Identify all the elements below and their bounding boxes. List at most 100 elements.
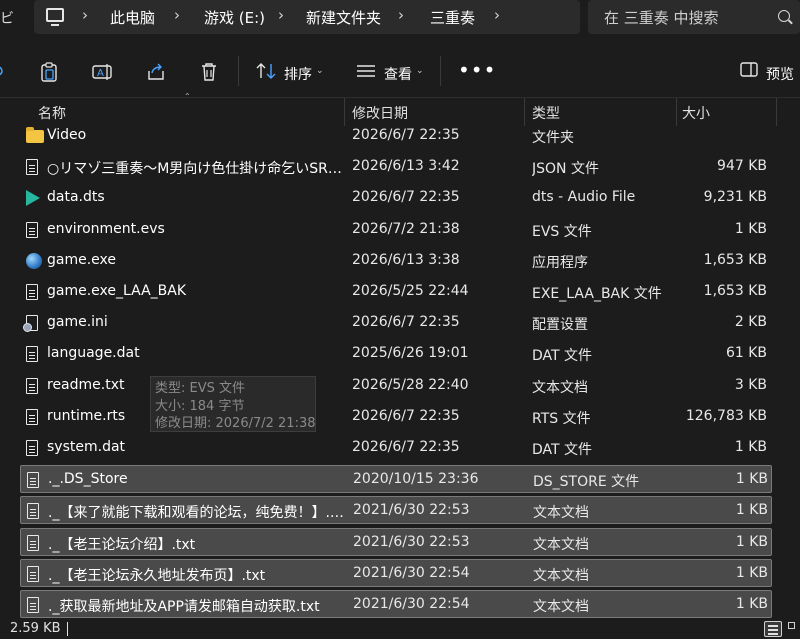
status-bar: 2.59 KB: [0, 619, 800, 639]
file-row[interactable]: ._获取最新地址及APP请发邮箱自动获取.txt 2021/6/30 22:54 文…: [20, 590, 772, 618]
file-row[interactable]: readme.txt 2026/5/28 22:40 文本文档 3 KB: [20, 372, 772, 400]
file-row[interactable]: game.exe_LAA_BAK 2026/5/25 22:44 EXE_LAA_B…: [20, 278, 772, 306]
preview-pane-icon[interactable]: [740, 62, 758, 78]
search-placeholder: 在 三重奏 中搜索: [604, 9, 719, 27]
file-name: ._【老王论坛介绍】.txt: [48, 536, 196, 553]
details-view-icon[interactable]: [764, 621, 782, 637]
file-size: 1,653 KB: [703, 283, 767, 299]
file-row[interactable]: ○リマゾ三重奏～M男向け色仕掛け命乞いSRP... 2026/6/13 3:42 J…: [20, 153, 772, 181]
file-size: 61 KB: [725, 345, 767, 362]
file-date: 2026/6/7 22:35: [352, 189, 460, 206]
file-row[interactable]: system.dat 2026/6/7 22:35 DAT 文件 1 KB: [20, 434, 772, 462]
selection-size: 2.59 KB: [10, 621, 61, 636]
file-size: 1 KB: [735, 533, 768, 550]
file-size: 3 KB: [734, 376, 767, 393]
preview-button[interactable]: 预览: [766, 64, 794, 84]
svg-text:A: A: [97, 68, 104, 79]
file-name: ._获取最新地址及APP请发邮箱自动获取.txt: [48, 599, 320, 615]
view-icon[interactable]: [356, 62, 376, 80]
status-divider: [67, 622, 68, 636]
file-date: 2021/6/30 22:54: [353, 564, 470, 581]
file-size: 126,783 KB: [685, 407, 767, 424]
computer-icon[interactable]: [46, 8, 64, 26]
chevron-right-icon[interactable]: ›: [82, 6, 88, 24]
file-date: 2021/6/30 22:54: [353, 596, 470, 612]
file-date: 2026/7/2 21:38: [352, 220, 460, 237]
paste-icon[interactable]: [40, 62, 58, 82]
edge-glyph: ビ: [0, 11, 14, 27]
file-name: ○リマゾ三重奏～M男向け色仕掛け命乞いSRP...: [47, 161, 347, 178]
toolbar-divider: [238, 56, 239, 86]
file-date: 2026/6/7 22:35: [352, 127, 460, 143]
file-row[interactable]: runtime.rts 2026/6/7 22:35 RTS 文件 126,783 K…: [20, 403, 772, 431]
file-name: game.exe: [47, 251, 117, 268]
breadcrumb-this-pc[interactable]: 此电脑: [110, 7, 155, 28]
tooltip-type: 类型: EVS 文件: [155, 381, 246, 396]
file-name: system.dat: [47, 439, 126, 455]
file-name: data.dts: [47, 189, 105, 206]
file-size: 947 KB: [717, 158, 767, 175]
chevron-right-icon[interactable]: ›: [174, 6, 180, 24]
file-info-tooltip: 类型: EVS 文件 大小: 184 字节 修改日期: 2026/7/2 21:…: [150, 376, 316, 432]
file-row[interactable]: ._【老王论坛介绍】.txt 2021/6/30 22:53 文本文档 1 KB: [20, 527, 772, 556]
file-name: Video: [47, 127, 87, 143]
file-date: 2026/6/7 22:35: [352, 407, 460, 424]
rename-icon[interactable]: A: [92, 62, 112, 82]
file-size: 1 KB: [735, 502, 768, 519]
sort-button[interactable]: 排序: [284, 64, 312, 84]
file-size: 2 KB: [734, 314, 767, 331]
file-size: 1 KB: [734, 439, 767, 455]
file-row[interactable]: ._【老王论坛永久地址发布页】.txt 2021/6/30 22:54 文本文档 1 …: [20, 558, 772, 587]
file-row[interactable]: game.exe 2026/6/13 3:38 应用程序 1,653 KB: [20, 247, 772, 275]
file-size: 1 KB: [735, 471, 768, 488]
column-divider[interactable]: [776, 98, 777, 126]
file-date: 2026/6/13 3:38: [352, 251, 460, 268]
breadcrumb[interactable]: › 此电脑 › 游戏 (E:) › 新建文件夹 › 三重奏 ›: [34, 0, 580, 34]
file-size: 1,653 KB: [703, 251, 767, 268]
file-type: 文件夹: [532, 130, 574, 146]
delete-icon[interactable]: [200, 62, 218, 82]
file-name: game.exe_LAA_BAK: [47, 283, 187, 299]
file-name: game.ini: [47, 314, 108, 331]
file-date: 2026/5/28 22:40: [352, 376, 469, 393]
file-row[interactable]: environment.evs 2026/7/2 21:38 EVS 文件 1 KB: [20, 216, 772, 244]
chevron-down-icon[interactable]: ⌄: [316, 66, 324, 76]
file-date: 2026/5/25 22:44: [352, 283, 469, 299]
tooltip-size: 大小: 184 字节: [155, 398, 245, 414]
more-options-icon[interactable]: •••: [458, 58, 496, 82]
file-date: 2026/6/7 22:35: [352, 314, 460, 331]
file-date: 2021/6/30 22:53: [353, 533, 470, 550]
file-row[interactable]: data.dts 2026/6/7 22:35 dts - Audio File 9,…: [20, 184, 772, 212]
sort-icon[interactable]: [256, 62, 276, 80]
breadcrumb-new-folder[interactable]: 新建文件夹: [306, 7, 381, 28]
file-row[interactable]: Video 2026/6/7 22:35 文件夹: [20, 122, 772, 150]
file-row[interactable]: game.ini 2026/6/7 22:35 配置设置 2 KB: [20, 309, 772, 337]
chevron-down-icon[interactable]: ⌄: [416, 66, 424, 76]
view-button[interactable]: 查看: [384, 64, 412, 84]
file-name: environment.evs: [47, 220, 165, 237]
command-bar: A 排序 ⌄ 查看 ⌄ ••• 预览: [0, 44, 800, 98]
share-icon[interactable]: [146, 62, 166, 82]
file-size: 1 KB: [734, 220, 767, 237]
chevron-right-icon[interactable]: ›: [278, 6, 284, 24]
file-date: 2026/6/7 22:35: [352, 439, 460, 455]
chevron-right-icon[interactable]: ›: [398, 6, 404, 24]
chevron-right-icon[interactable]: ›: [494, 6, 500, 24]
file-date: 2026/6/13 3:42: [352, 158, 460, 175]
file-row[interactable]: language.dat 2025/6/26 19:01 DAT 文件 61 KB: [20, 340, 772, 368]
file-row[interactable]: ._.DS_Store 2020/10/15 23:36 DS_STORE 文件 1 …: [20, 465, 772, 494]
breadcrumb-drive[interactable]: 游戏 (E:): [204, 7, 265, 28]
file-row[interactable]: ._【来了就能下载和观看的论坛，纯免费！】.txt 2021/6/30 22:53…: [20, 496, 772, 525]
file-date: 2021/6/30 22:53: [353, 502, 470, 519]
tooltip-date: 修改日期: 2026/7/2 21:38: [155, 416, 316, 431]
search-input[interactable]: 在 三重奏 中搜索: [588, 0, 800, 34]
file-name: language.dat: [47, 345, 140, 362]
cut-icon[interactable]: [0, 62, 6, 80]
file-date: 2020/10/15 23:36: [353, 471, 479, 488]
breadcrumb-current-folder[interactable]: 三重奏: [430, 7, 475, 28]
file-name: ._【老王论坛永久地址发布页】.txt: [48, 567, 266, 584]
tiles-view-icon[interactable]: [788, 622, 800, 636]
search-icon[interactable]: [778, 10, 790, 22]
file-size: 1 KB: [735, 596, 768, 612]
file-name: ._.DS_Store: [48, 471, 128, 488]
